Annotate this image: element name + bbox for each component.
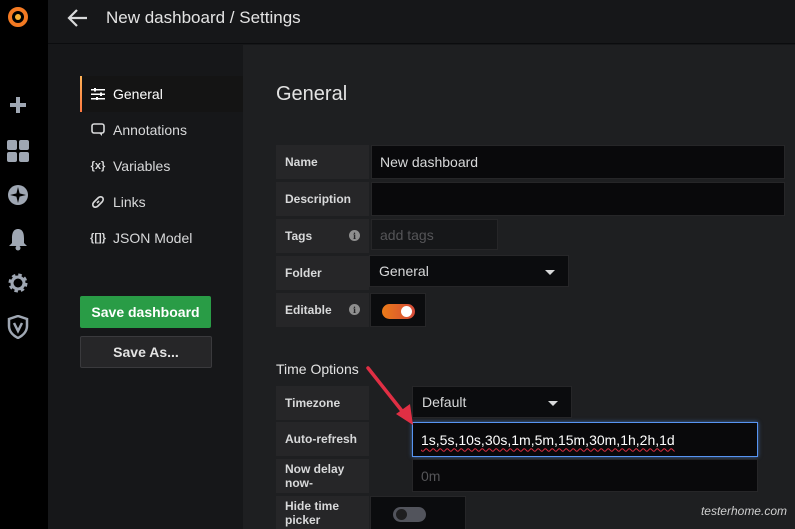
tags-input[interactable]: add tags [371, 219, 498, 250]
side-menu [0, 0, 48, 529]
dashboards-icon[interactable] [6, 139, 30, 163]
toggle-knob [401, 306, 412, 317]
general-panel: General Name New dashboard Description T… [243, 45, 795, 529]
nav-item-label: Annotations [113, 122, 187, 138]
nav-item-general[interactable]: General [80, 76, 244, 112]
nav-item-label: Links [113, 194, 146, 210]
timezone-select[interactable]: Default [412, 386, 572, 418]
chevron-down-icon [548, 401, 558, 406]
editable-label: Editable i [276, 293, 369, 327]
timezone-label: Timezone [276, 386, 369, 420]
page-title: New dashboard / Settings [106, 8, 301, 27]
nav-item-label: JSON Model [113, 230, 193, 246]
variable-icon: {x} [90, 160, 106, 172]
comment-icon [90, 122, 106, 138]
folder-select[interactable]: General [369, 255, 569, 287]
nav-item-label: General [113, 86, 163, 102]
time-options-title: Time Options [276, 361, 359, 377]
editable-switch-container [370, 293, 426, 327]
now-delay-input[interactable]: 0m [412, 459, 758, 492]
now-delay-label: Now delay now- [276, 459, 369, 493]
description-label: Description [276, 182, 369, 216]
folder-select-value: General [379, 263, 429, 279]
nav-item-annotations[interactable]: Annotations [80, 112, 244, 148]
toggle-knob [396, 509, 407, 520]
top-bar: New dashboard / Settings [48, 0, 795, 44]
info-icon[interactable]: i [349, 230, 360, 241]
chevron-down-icon [545, 270, 555, 275]
back-arrow-icon[interactable] [66, 6, 90, 30]
hide-time-picker-toggle[interactable] [393, 507, 426, 522]
auto-refresh-input[interactable]: 1s,5s,10s,30s,1m,5m,15m,30m,1h,2h,1d [412, 422, 758, 457]
section-heading: General [276, 83, 348, 105]
save-dashboard-button[interactable]: Save dashboard [80, 296, 211, 328]
tags-label-text: Tags [285, 229, 313, 243]
grafana-logo-icon[interactable] [6, 5, 30, 29]
settings-content: General Annotations {x} Variables Links … [48, 45, 795, 529]
timezone-select-value: Default [422, 394, 467, 410]
bell-icon[interactable] [6, 227, 30, 251]
tags-label: Tags i [276, 219, 369, 253]
shield-icon[interactable] [6, 315, 30, 339]
settings-nav: General Annotations {x} Variables Links … [80, 76, 244, 256]
info-icon[interactable]: i [349, 304, 360, 315]
description-input[interactable] [371, 182, 785, 216]
name-label: Name [276, 145, 369, 179]
hide-time-picker-label: Hide time picker [276, 496, 369, 529]
link-icon [90, 194, 106, 210]
editable-label-text: Editable [285, 303, 332, 317]
folder-label: Folder [276, 256, 369, 290]
auto-refresh-label: Auto-refresh [276, 422, 369, 456]
sliders-icon [90, 86, 106, 102]
save-as-button[interactable]: Save As... [80, 336, 212, 368]
explore-icon[interactable] [6, 183, 30, 207]
annotation-arrow-icon [366, 366, 413, 425]
watermark: testerhome.com [700, 504, 787, 518]
auto-refresh-value: 1s,5s,10s,30s,1m,5m,15m,30m,1h,2h,1d [421, 431, 675, 448]
gear-icon[interactable] [6, 271, 30, 295]
name-input[interactable]: New dashboard [371, 145, 785, 179]
hide-time-picker-container [370, 496, 466, 529]
json-icon: {[]} [90, 232, 106, 244]
plus-icon[interactable] [6, 93, 30, 117]
editable-toggle[interactable] [382, 304, 415, 319]
nav-item-links[interactable]: Links [80, 184, 244, 220]
nav-item-json-model[interactable]: {[]} JSON Model [80, 220, 244, 256]
nav-item-label: Variables [113, 158, 171, 174]
nav-item-variables[interactable]: {x} Variables [80, 148, 244, 184]
